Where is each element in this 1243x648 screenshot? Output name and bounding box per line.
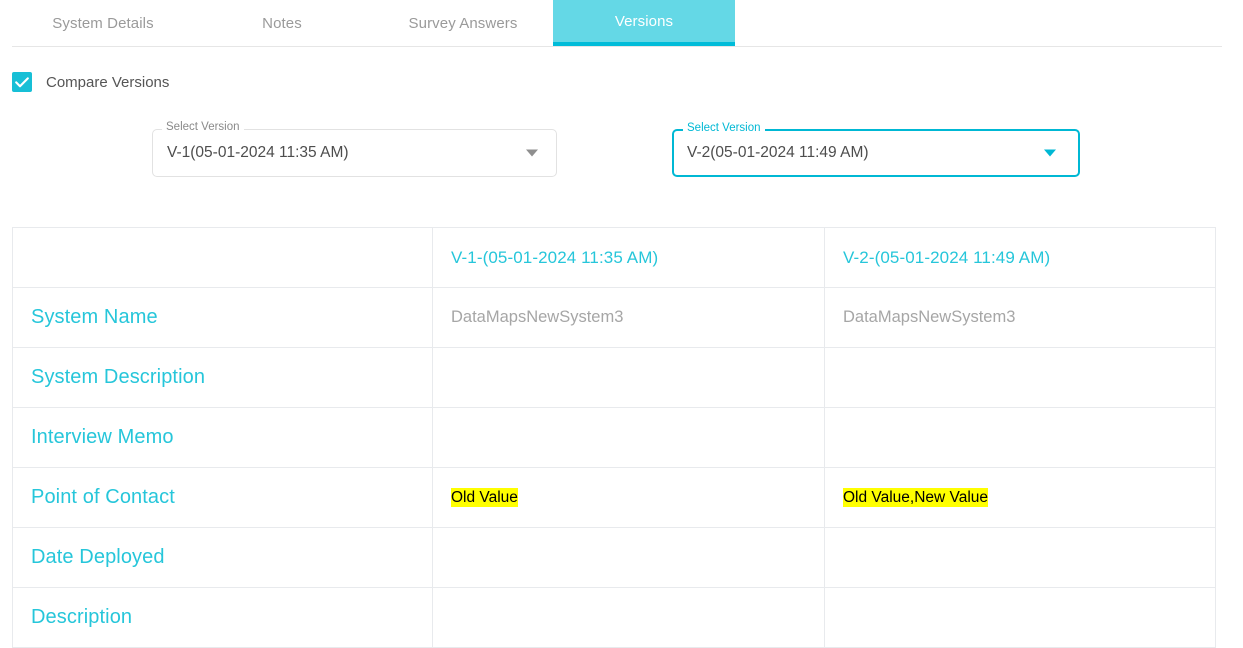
- version-1-select-label: Select Version: [162, 121, 244, 133]
- row-label: System Description: [12, 347, 433, 408]
- tab-versions[interactable]: Versions: [553, 0, 735, 46]
- table-row: System Name DataMapsNewSystem3 DataMapsNew…: [12, 287, 1216, 348]
- cell-version-2: Old Value,New Value: [824, 467, 1216, 528]
- table-header: V-1-(05-01-2024 11:35 AM) V-2-(05-01-202…: [12, 227, 1216, 288]
- table-header-row: V-1-(05-01-2024 11:35 AM) V-2-(05-01-202…: [12, 227, 1216, 288]
- tab-label: Notes: [262, 14, 302, 32]
- cell-version-1: [432, 347, 825, 408]
- compare-versions-checkbox[interactable]: [12, 72, 32, 92]
- compare-versions-row[interactable]: Compare Versions: [12, 72, 169, 92]
- row-label: Description: [12, 587, 433, 648]
- row-label: Point of Contact: [12, 467, 433, 528]
- version-1-select[interactable]: Select Version V-1(05-01-2024 11:35 AM): [152, 121, 557, 177]
- tab-notes[interactable]: Notes: [208, 0, 356, 46]
- row-label: Date Deployed: [12, 527, 433, 588]
- checkmark-icon: [15, 76, 29, 87]
- chevron-down-icon[interactable]: [526, 149, 538, 157]
- tab-survey-answers[interactable]: Survey Answers: [370, 0, 556, 46]
- version-2-select[interactable]: Select Version V-2(05-01-2024 11:49 AM): [672, 122, 1080, 177]
- tab-bar-divider: [12, 46, 1222, 47]
- table-header-version-1: V-1-(05-01-2024 11:35 AM): [432, 227, 825, 288]
- cell-version-2: DataMapsNewSystem3: [824, 287, 1216, 348]
- table-row: Interview Memo: [12, 407, 1216, 468]
- table-header-corner: [12, 227, 433, 288]
- version-1-select-value: V-1(05-01-2024 11:35 AM): [167, 144, 349, 161]
- table-row: Description: [12, 587, 1216, 648]
- cell-version-1: [432, 587, 825, 648]
- tab-label: Survey Answers: [408, 14, 518, 32]
- table-body: System Name DataMapsNewSystem3 DataMapsNew…: [12, 287, 1216, 648]
- row-label: System Name: [12, 287, 433, 348]
- cell-version-2: [824, 407, 1216, 468]
- table-header-version-2: V-2-(05-01-2024 11:49 AM): [824, 227, 1216, 288]
- version-2-select-label: Select Version: [683, 122, 765, 134]
- cell-version-2: [824, 587, 1216, 648]
- cell-version-2: [824, 527, 1216, 588]
- cell-version-1: [432, 407, 825, 468]
- compare-versions-label: Compare Versions: [46, 73, 170, 91]
- cell-version-2: [824, 347, 1216, 408]
- cell-version-1: DataMapsNewSystem3: [432, 287, 825, 348]
- highlighted-value: Old Value: [451, 488, 518, 507]
- tab-bar: System Details Notes Survey Answers Version…: [0, 0, 1243, 48]
- tab-system-details[interactable]: System Details: [12, 0, 194, 46]
- version-2-select-value: V-2(05-01-2024 11:49 AM): [687, 144, 869, 161]
- table-row: System Description: [12, 347, 1216, 408]
- table-row: Point of Contact Old Value Old Value,New V…: [12, 467, 1216, 528]
- cell-version-1: [432, 527, 825, 588]
- row-label: Interview Memo: [12, 407, 433, 468]
- tab-label: Versions: [614, 12, 674, 30]
- chevron-down-icon[interactable]: [1044, 149, 1056, 157]
- highlighted-value: Old Value,New Value: [843, 488, 989, 507]
- tab-label: System Details: [52, 14, 154, 32]
- table-row: Date Deployed: [12, 527, 1216, 588]
- cell-version-1: Old Value: [432, 467, 825, 528]
- version-comparison-table: V-1-(05-01-2024 11:35 AM) V-2-(05-01-202…: [12, 227, 1216, 648]
